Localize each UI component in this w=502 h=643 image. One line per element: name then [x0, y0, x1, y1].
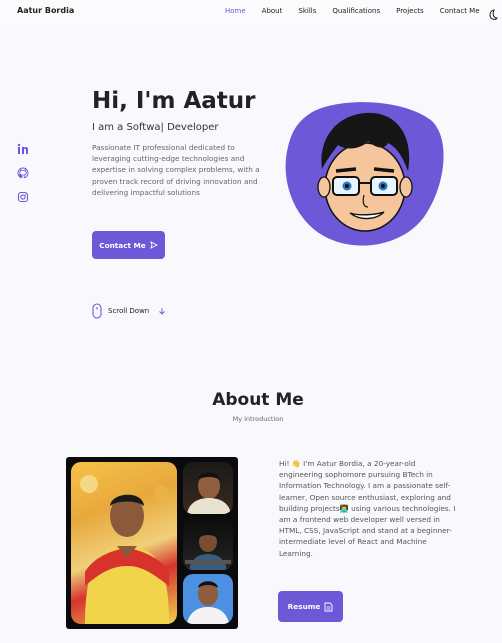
hero-description: Passionate IT professional dedicated to … [92, 143, 260, 197]
scroll-down[interactable]: Scroll Down [92, 303, 166, 319]
document-icon [324, 602, 333, 611]
photo-top-right [183, 462, 233, 514]
mouse-icon [92, 303, 102, 319]
photo-main [71, 462, 177, 624]
contact-button-label: Contact Me [99, 240, 146, 250]
nav-about[interactable]: About [262, 7, 283, 15]
navbar: Aatur Bordia Home About Skills Qualifica… [0, 0, 502, 26]
about-subtitle: My introduction [232, 415, 284, 423]
photo-bottom-right [183, 574, 233, 624]
about-photo-collage [66, 457, 238, 629]
moon-icon[interactable] [488, 9, 498, 21]
hero-avatar [285, 102, 444, 246]
nav-projects[interactable]: Projects [396, 7, 424, 15]
about-title: About Me [212, 390, 304, 410]
hero-subtitle: I am a Softwa| Developer [92, 122, 219, 133]
nav-qualifications[interactable]: Qualifications [332, 7, 380, 15]
contact-me-button[interactable]: Contact Me [92, 231, 165, 259]
github-icon[interactable] [17, 167, 29, 179]
linkedin-icon[interactable] [17, 143, 29, 155]
scroll-down-label: Scroll Down [108, 307, 150, 315]
photo-middle-right [183, 518, 233, 570]
brand-logo[interactable]: Aatur Bordia [17, 6, 74, 15]
nav-skills[interactable]: Skills [298, 7, 316, 15]
resume-button-label: Resume [287, 602, 321, 611]
about-text: Hi! 👋 I'm Aatur Bordia, a 20-year-old en… [279, 459, 456, 558]
nav-home[interactable]: Home [225, 7, 246, 15]
hero-title: Hi, I'm Aatur [92, 88, 256, 114]
resume-button[interactable]: Resume [278, 591, 343, 622]
send-icon [149, 241, 158, 249]
instagram-icon[interactable] [17, 191, 29, 203]
arrow-down-icon [159, 308, 166, 315]
nav-links: Home About Skills Qualifications Project… [225, 7, 496, 15]
nav-contact[interactable]: Contact Me [440, 7, 480, 15]
